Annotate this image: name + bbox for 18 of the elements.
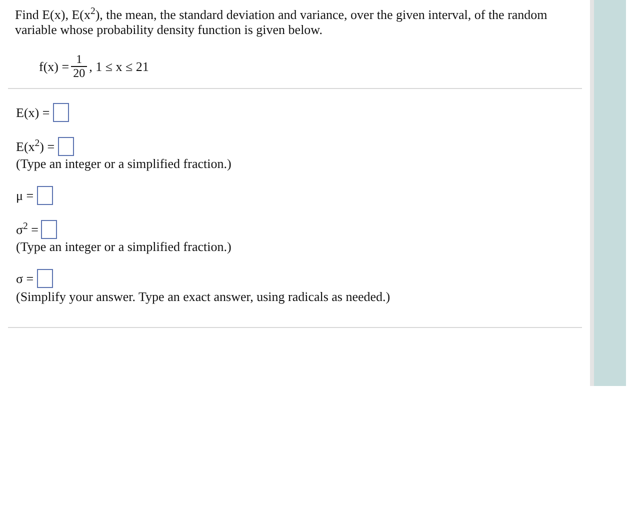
answer-box[interactable] — [52, 103, 69, 122]
formula-lhs: f(x) = — [39, 58, 70, 76]
answer-label: σ = — [16, 270, 34, 288]
answer-label: E(x$^{2}$) = — [16, 136, 55, 156]
fraction-denominator: 20 — [73, 67, 86, 80]
formula-interval: , 1 ≤ x ≤ 21 — [89, 58, 149, 76]
answer-box[interactable] — [58, 136, 74, 156]
answer-hint: (Simplify your answer. Type an exact answer, using radicals as needed.) — [16, 288, 392, 304]
answer-box[interactable] — [36, 269, 53, 288]
fraction-numerator: 1 — [76, 53, 82, 66]
answer-label: E(x) = — [16, 104, 50, 122]
answer-label: μ = — [16, 187, 34, 205]
answer-box[interactable] — [41, 220, 58, 239]
answer-hint: (Type an integer or a simplified fraction.) — [16, 156, 232, 172]
answer-hint: (Type an integer or a simplified fraction.) — [16, 239, 232, 255]
answer-box[interactable] — [36, 186, 53, 206]
answer-label: σ$^{2}$ = — [16, 220, 38, 238]
question-text: Find E(x), E(x$^{2}$), the mean, the standard deviation and variance, over the given interval, of the random variable whose probability density function is given below. — [15, 7, 548, 37]
